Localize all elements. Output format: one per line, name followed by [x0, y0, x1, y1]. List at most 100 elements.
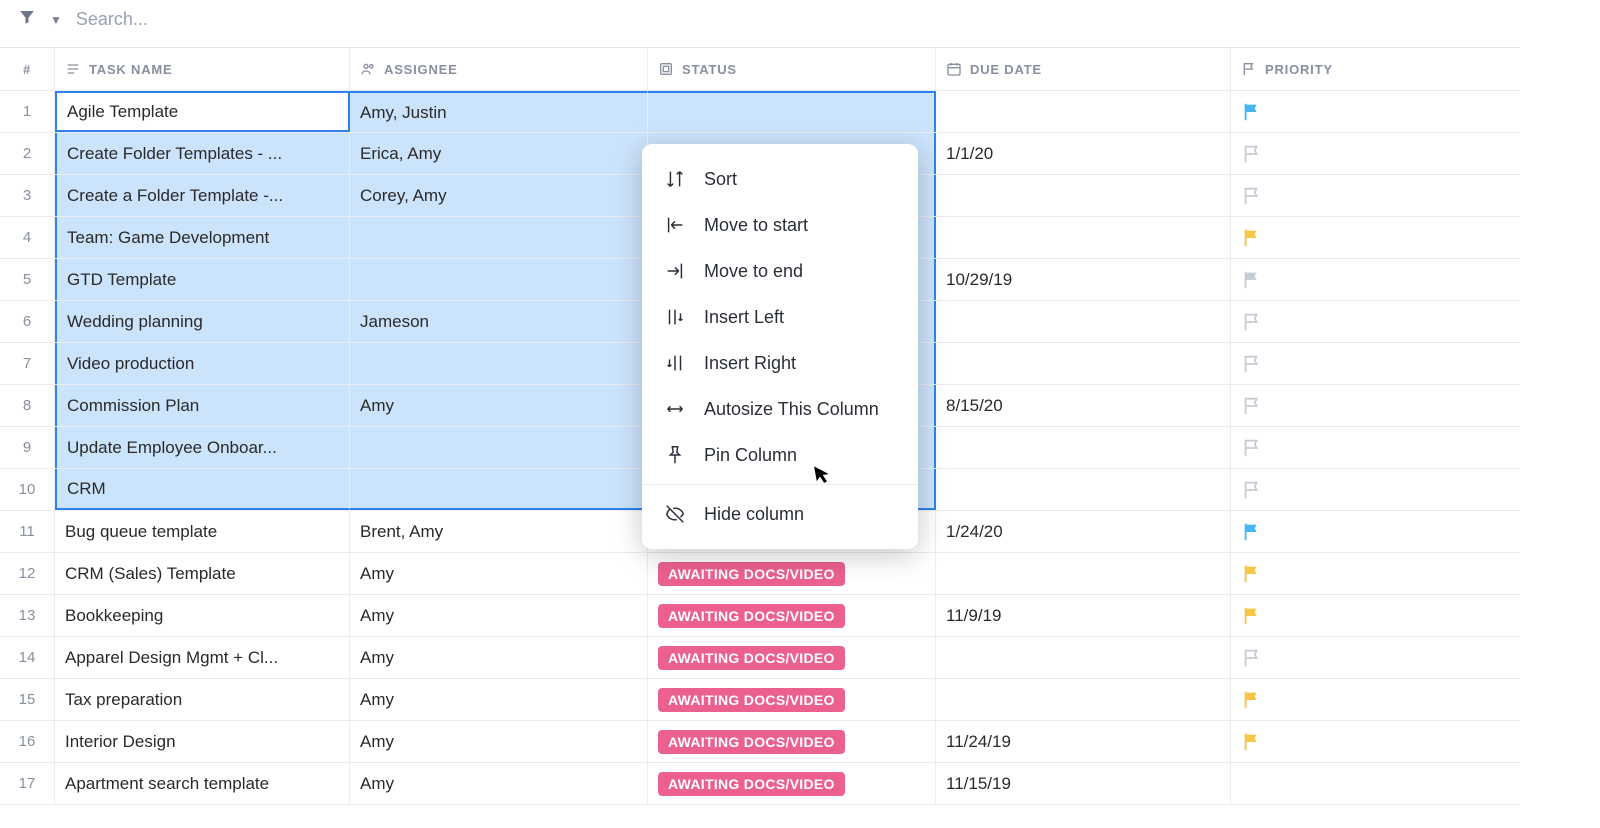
cell-assignee[interactable]: Jameson — [350, 301, 648, 342]
cell-due-date[interactable] — [936, 301, 1231, 342]
cell-assignee[interactable] — [350, 217, 648, 258]
cell-assignee[interactable] — [350, 427, 648, 468]
cell-task-name[interactable]: Apparel Design Mgmt + Cl... — [55, 637, 350, 678]
cell-priority[interactable] — [1231, 679, 1520, 720]
table-row[interactable]: 17Apartment search templateAmyAWAITING D… — [0, 763, 1520, 805]
cell-due-date[interactable]: 10/29/19 — [936, 259, 1231, 300]
cell-priority[interactable] — [1231, 217, 1520, 258]
cell-task-name[interactable]: Create a Folder Template -... — [55, 175, 350, 216]
cell-priority[interactable] — [1231, 595, 1520, 636]
cell-status[interactable]: AWAITING DOCS/VIDEO — [648, 679, 936, 720]
table-row[interactable]: 13BookkeepingAmyAWAITING DOCS/VIDEO11/9/… — [0, 595, 1520, 637]
cell-task-name[interactable]: GTD Template — [55, 259, 350, 300]
cell-priority[interactable] — [1231, 511, 1520, 552]
cell-task-name[interactable]: Bookkeeping — [55, 595, 350, 636]
cell-priority[interactable] — [1231, 427, 1520, 468]
filter-icon[interactable] — [18, 8, 36, 31]
cell-priority[interactable] — [1231, 91, 1520, 132]
cell-priority[interactable] — [1231, 385, 1520, 426]
cell-assignee[interactable] — [350, 469, 648, 510]
cell-priority[interactable] — [1231, 133, 1520, 174]
table-row[interactable]: 16Interior DesignAmyAWAITING DOCS/VIDEO1… — [0, 721, 1520, 763]
cell-priority[interactable] — [1231, 301, 1520, 342]
cell-priority[interactable] — [1231, 343, 1520, 384]
menu-item-sort[interactable]: Sort — [642, 156, 918, 202]
cell-priority[interactable] — [1231, 469, 1520, 510]
cell-priority[interactable] — [1231, 175, 1520, 216]
cell-assignee[interactable]: Amy — [350, 385, 648, 426]
cell-task-name[interactable]: Team: Game Development — [55, 217, 350, 258]
cell-priority[interactable] — [1231, 721, 1520, 762]
cell-task-name[interactable]: Update Employee Onboar... — [55, 427, 350, 468]
cell-priority[interactable] — [1231, 763, 1520, 804]
column-header-status[interactable]: STATUS — [648, 48, 936, 90]
cell-task-name[interactable]: Apartment search template — [55, 763, 350, 804]
cell-task-name[interactable]: Bug queue template — [55, 511, 350, 552]
table-row[interactable]: 12CRM (Sales) TemplateAmyAWAITING DOCS/V… — [0, 553, 1520, 595]
cell-assignee[interactable]: Amy, Justin — [350, 91, 648, 132]
cell-task-name[interactable]: CRM — [55, 469, 350, 510]
search-input[interactable] — [76, 9, 376, 30]
cell-due-date[interactable] — [936, 553, 1231, 594]
column-header-assignee[interactable]: ASSIGNEE — [350, 48, 648, 90]
menu-item-hide-column[interactable]: Hide column — [642, 491, 918, 537]
cell-assignee[interactable]: Amy — [350, 637, 648, 678]
menu-item-label: Pin Column — [704, 445, 797, 466]
cell-assignee[interactable]: Amy — [350, 595, 648, 636]
cell-due-date[interactable]: 8/15/20 — [936, 385, 1231, 426]
cell-priority[interactable] — [1231, 637, 1520, 678]
cell-due-date[interactable] — [936, 175, 1231, 216]
cell-task-name[interactable]: Commission Plan — [55, 385, 350, 426]
cell-due-date[interactable] — [936, 637, 1231, 678]
cell-status[interactable] — [648, 91, 936, 132]
column-header-due-date[interactable]: DUE DATE — [936, 48, 1231, 90]
cell-task-name[interactable]: CRM (Sales) Template — [55, 553, 350, 594]
cell-assignee[interactable]: Erica, Amy — [350, 133, 648, 174]
menu-item-insert-right[interactable]: Insert Right — [642, 340, 918, 386]
cell-due-date[interactable]: 1/1/20 — [936, 133, 1231, 174]
cell-assignee[interactable]: Corey, Amy — [350, 175, 648, 216]
cell-status[interactable]: AWAITING DOCS/VIDEO — [648, 721, 936, 762]
column-header-task-name[interactable]: TASK NAME — [55, 48, 350, 90]
cell-assignee[interactable]: Amy — [350, 721, 648, 762]
cell-status[interactable]: AWAITING DOCS/VIDEO — [648, 553, 936, 594]
cell-task-name[interactable]: Tax preparation — [55, 679, 350, 720]
cell-due-date[interactable]: 1/24/20 — [936, 511, 1231, 552]
cell-assignee[interactable] — [350, 259, 648, 300]
table-row[interactable]: 14Apparel Design Mgmt + Cl...AmyAWAITING… — [0, 637, 1520, 679]
cell-status[interactable]: AWAITING DOCS/VIDEO — [648, 637, 936, 678]
cell-status[interactable]: AWAITING DOCS/VIDEO — [648, 595, 936, 636]
cell-due-date[interactable]: 11/24/19 — [936, 721, 1231, 762]
column-header-number[interactable]: # — [0, 48, 55, 90]
cell-priority[interactable] — [1231, 259, 1520, 300]
menu-item-autosize-column[interactable]: Autosize This Column — [642, 386, 918, 432]
cell-due-date[interactable] — [936, 343, 1231, 384]
cell-due-date[interactable] — [936, 427, 1231, 468]
column-header-priority[interactable]: PRIORITY — [1231, 48, 1520, 90]
cell-status[interactable]: AWAITING DOCS/VIDEO — [648, 763, 936, 804]
cell-priority[interactable] — [1231, 553, 1520, 594]
menu-item-pin-column[interactable]: Pin Column — [642, 432, 918, 478]
cell-assignee[interactable] — [350, 343, 648, 384]
cell-due-date[interactable]: 11/15/19 — [936, 763, 1231, 804]
cell-assignee[interactable]: Brent, Amy — [350, 511, 648, 552]
menu-item-insert-left[interactable]: Insert Left — [642, 294, 918, 340]
cell-due-date[interactable]: 11/9/19 — [936, 595, 1231, 636]
cell-task-name[interactable]: Create Folder Templates - ... — [55, 133, 350, 174]
cell-assignee[interactable]: Amy — [350, 553, 648, 594]
cell-due-date[interactable] — [936, 679, 1231, 720]
menu-item-move-to-start[interactable]: Move to start — [642, 202, 918, 248]
menu-item-move-to-end[interactable]: Move to end — [642, 248, 918, 294]
filter-dropdown-chevron-icon[interactable]: ▼ — [50, 13, 62, 27]
cell-due-date[interactable] — [936, 91, 1231, 132]
table-row[interactable]: 15Tax preparationAmyAWAITING DOCS/VIDEO — [0, 679, 1520, 721]
cell-assignee[interactable]: Amy — [350, 763, 648, 804]
cell-task-name[interactable]: Agile Template — [55, 91, 350, 132]
table-row[interactable]: 1Agile TemplateAmy, Justin — [0, 91, 1520, 133]
cell-assignee[interactable]: Amy — [350, 679, 648, 720]
cell-task-name[interactable]: Video production — [55, 343, 350, 384]
cell-task-name[interactable]: Interior Design — [55, 721, 350, 762]
cell-due-date[interactable] — [936, 469, 1231, 510]
cell-due-date[interactable] — [936, 217, 1231, 258]
cell-task-name[interactable]: Wedding planning — [55, 301, 350, 342]
